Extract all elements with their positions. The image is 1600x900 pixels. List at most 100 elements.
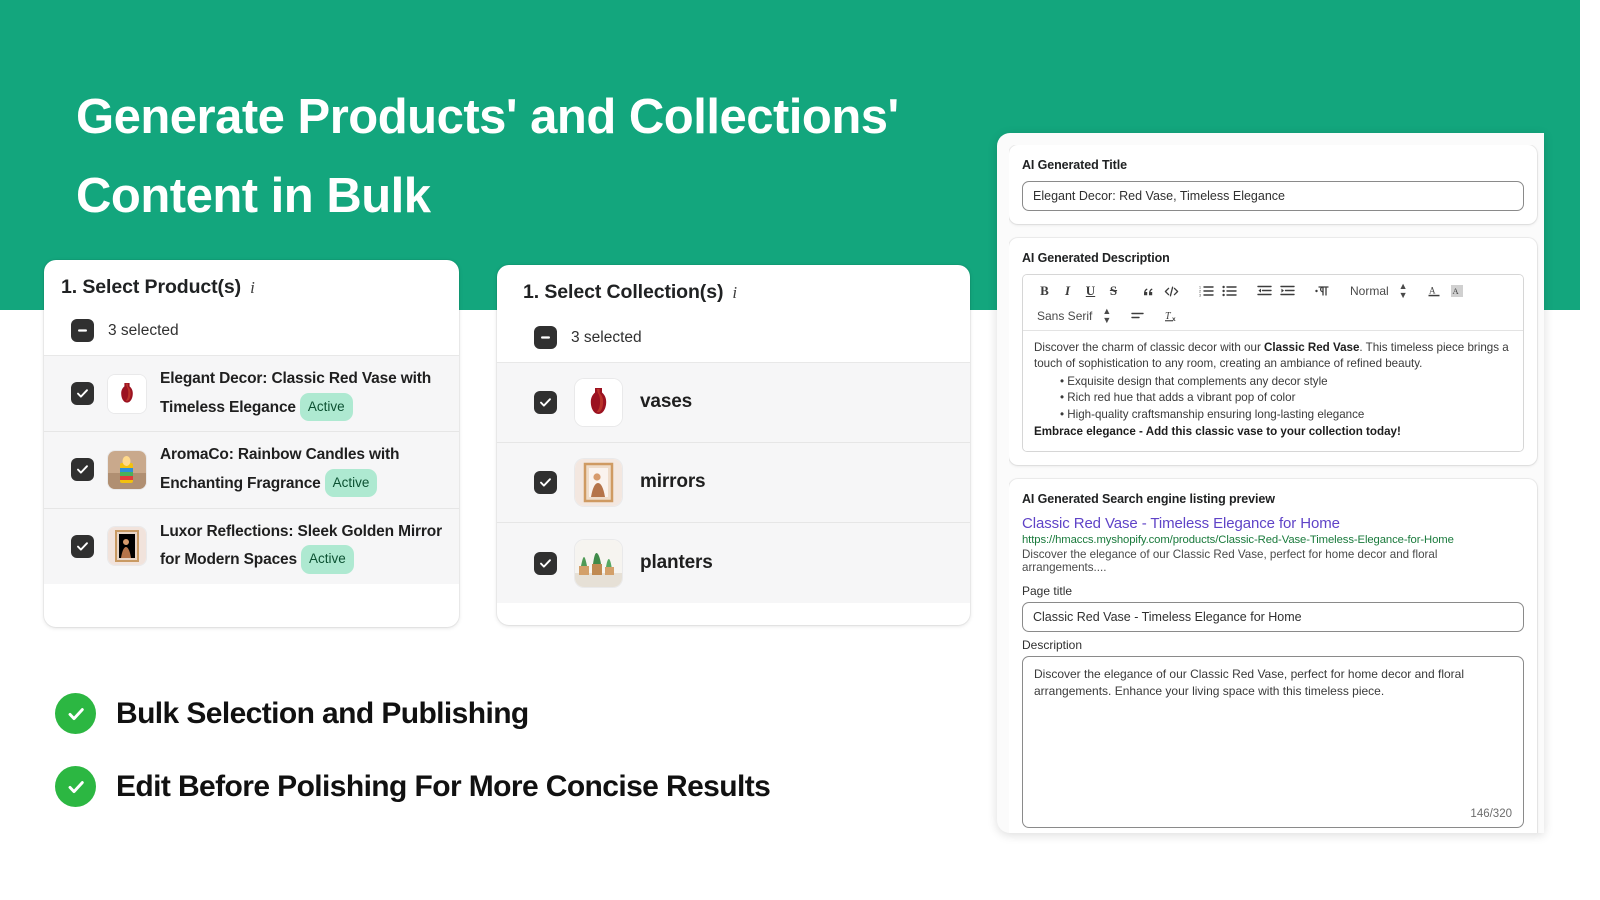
ai-generated-title-label: AI Generated Title: [1022, 158, 1127, 172]
products-card-heading: 1. Select Product(s) i: [44, 260, 459, 299]
seo-listing-card: AI Generated Search engine listing previ…: [1009, 478, 1537, 833]
products-select-all-checkbox[interactable]: [71, 319, 94, 342]
collections-select-all-row[interactable]: 3 selected: [497, 304, 970, 362]
status-badge: Active: [324, 468, 378, 498]
select-collections-card: 1. Select Collection(s) i 3 selected vas…: [497, 265, 970, 625]
ordered-list-icon[interactable]: 123: [1195, 281, 1218, 301]
product-name: AromaCo: Rainbow Candles with Enchanting…: [160, 442, 445, 498]
ai-content-panel: AI Generated Title AI Generated Descript…: [997, 133, 1544, 833]
product-thumbnail: [108, 374, 146, 413]
description-closing: Embrace elegance - Add this classic vase…: [1034, 425, 1401, 439]
table-row[interactable]: Luxor Reflections: Sleek Golden Mirror f…: [44, 508, 459, 584]
feature-label: Bulk Selection and Publishing: [116, 696, 529, 730]
seo-description-wrapper: Discover the elegance of our Classic Red…: [1022, 655, 1524, 828]
seo-description-textarea[interactable]: Discover the elegance of our Classic Red…: [1022, 655, 1524, 828]
character-counter: 146/320: [1470, 807, 1512, 820]
ai-generated-title-input[interactable]: [1022, 181, 1524, 211]
text-color-icon[interactable]: A: [1423, 281, 1446, 301]
outdent-icon[interactable]: [1253, 281, 1276, 301]
seo-preview-description: Discover the elegance of our Classic Red…: [1022, 547, 1438, 574]
italic-icon[interactable]: I: [1056, 281, 1079, 301]
ai-generated-description-label: AI Generated Description: [1022, 251, 1170, 265]
description-bullet-list: Exquisite design that complements any de…: [1060, 374, 1512, 423]
svg-text:x: x: [1172, 316, 1176, 323]
select-products-card: 1. Select Product(s) i 3 selected Elegan…: [44, 260, 459, 627]
editor-toolbar: B I U S 123 Normal ▲ ▼ A A Sans Serif ▲ …: [1023, 275, 1523, 331]
seo-description-label: Description: [1022, 637, 1083, 652]
collection-thumbnail: [575, 379, 622, 426]
product-thumbnail: [108, 527, 146, 566]
font-family-value: Sans Serif: [1037, 309, 1093, 323]
clear-formatting-icon[interactable]: Tx: [1161, 306, 1184, 326]
feature-list: Bulk Selection and Publishing Edit Befor…: [55, 693, 771, 839]
ai-content-scroll-area[interactable]: AI Generated Title AI Generated Descript…: [1009, 145, 1544, 833]
check-circle-icon: [55, 766, 96, 807]
feature-item: Bulk Selection and Publishing: [55, 693, 770, 734]
collection-thumbnail: [575, 459, 622, 506]
list-item[interactable]: vases: [497, 363, 970, 443]
check-circle-icon: [55, 693, 96, 734]
svg-text:3: 3: [1199, 294, 1201, 297]
description-bullet: Exquisite design that complements any de…: [1060, 374, 1512, 390]
bullet-list-icon[interactable]: [1218, 281, 1241, 301]
editor-toolbar-row-2: Sans Serif ▲ ▼ Tx: [1033, 306, 1513, 326]
chevron-updown-icon: ▲ ▼: [1102, 306, 1111, 325]
product-row-checkbox[interactable]: [71, 458, 94, 482]
seo-preview-title[interactable]: Classic Red Vase - Timeless Elegance for…: [1022, 515, 1524, 532]
status-badge: Active: [299, 392, 353, 421]
collections-list: vases mirrors planters: [497, 362, 970, 603]
blockquote-icon[interactable]: [1137, 281, 1160, 301]
collection-row-checkbox[interactable]: [534, 471, 557, 494]
heading-format-select[interactable]: Normal ▲ ▼: [1346, 282, 1411, 300]
editor-toolbar-row-1: B I U S 123 Normal ▲ ▼ A A: [1033, 281, 1513, 301]
ai-generated-description-card: AI Generated Description B I U S 1 2 3 N…: [1009, 238, 1537, 465]
status-badge: Active: [300, 545, 354, 574]
description-bullet: High-quality craftsmanship ensuring long…: [1060, 407, 1512, 423]
collections-select-all-checkbox[interactable]: [534, 326, 557, 349]
align-icon[interactable]: [1126, 306, 1149, 326]
info-icon[interactable]: i: [250, 278, 255, 298]
collections-card-title: 1. Select Collection(s): [523, 281, 724, 303]
svg-text:A: A: [1453, 286, 1460, 296]
list-item[interactable]: mirrors: [497, 443, 970, 523]
product-thumbnail: [108, 450, 146, 489]
table-row[interactable]: Elegant Decor: Classic Red Vase with Tim…: [44, 356, 459, 433]
description-product-name: Classic Red Vase: [1264, 341, 1360, 354]
info-icon[interactable]: i: [732, 283, 737, 303]
collections-card-heading: 1. Select Collection(s) i: [497, 265, 970, 304]
code-block-icon[interactable]: [1160, 281, 1183, 301]
underline-icon[interactable]: U: [1079, 281, 1102, 301]
bold-icon[interactable]: B: [1033, 281, 1056, 301]
page-title-input[interactable]: [1022, 601, 1524, 632]
collection-thumbnail: [575, 539, 622, 587]
indent-icon[interactable]: [1276, 281, 1299, 301]
collections-selected-count: 3 selected: [571, 328, 642, 346]
page-title: Generate Products' and Collections' Cont…: [76, 90, 899, 224]
seo-preview-url: https://hmaccs.myshopify.com/products/Cl…: [1022, 533, 1454, 546]
text-direction-icon[interactable]: [1311, 281, 1334, 301]
table-row[interactable]: AromaCo: Rainbow Candles with Enchanting…: [44, 432, 459, 509]
collection-name: mirrors: [640, 471, 706, 493]
list-item[interactable]: planters: [497, 523, 970, 603]
feature-label: Edit Before Polishing For More Concise R…: [116, 769, 771, 803]
product-row-checkbox[interactable]: [71, 382, 94, 406]
page-title-label: Page title: [1022, 583, 1073, 598]
product-name: Luxor Reflections: Sleek Golden Mirror f…: [160, 519, 445, 574]
heading-format-value: Normal: [1350, 284, 1389, 298]
description-intro: Discover the charm of classic decor with…: [1034, 341, 1509, 371]
collection-row-checkbox[interactable]: [534, 551, 557, 575]
collection-name: vases: [640, 391, 693, 413]
background-color-icon[interactable]: A: [1446, 281, 1469, 301]
font-family-select[interactable]: Sans Serif ▲ ▼: [1033, 307, 1114, 325]
description-editor-body[interactable]: Discover the charm of classic decor with…: [1023, 331, 1523, 451]
products-card-title: 1. Select Product(s): [61, 276, 242, 298]
product-name: Elegant Decor: Classic Red Vase with Tim…: [160, 366, 445, 421]
products-select-all-row[interactable]: 3 selected: [44, 299, 459, 355]
products-selected-count: 3 selected: [108, 321, 179, 339]
product-row-checkbox[interactable]: [71, 534, 94, 558]
ai-generated-title-card: AI Generated Title: [1009, 145, 1537, 224]
strikethrough-icon[interactable]: S: [1102, 281, 1125, 301]
chevron-updown-icon: ▲ ▼: [1398, 281, 1408, 300]
collection-row-checkbox[interactable]: [534, 391, 557, 414]
collection-name: planters: [640, 551, 713, 573]
